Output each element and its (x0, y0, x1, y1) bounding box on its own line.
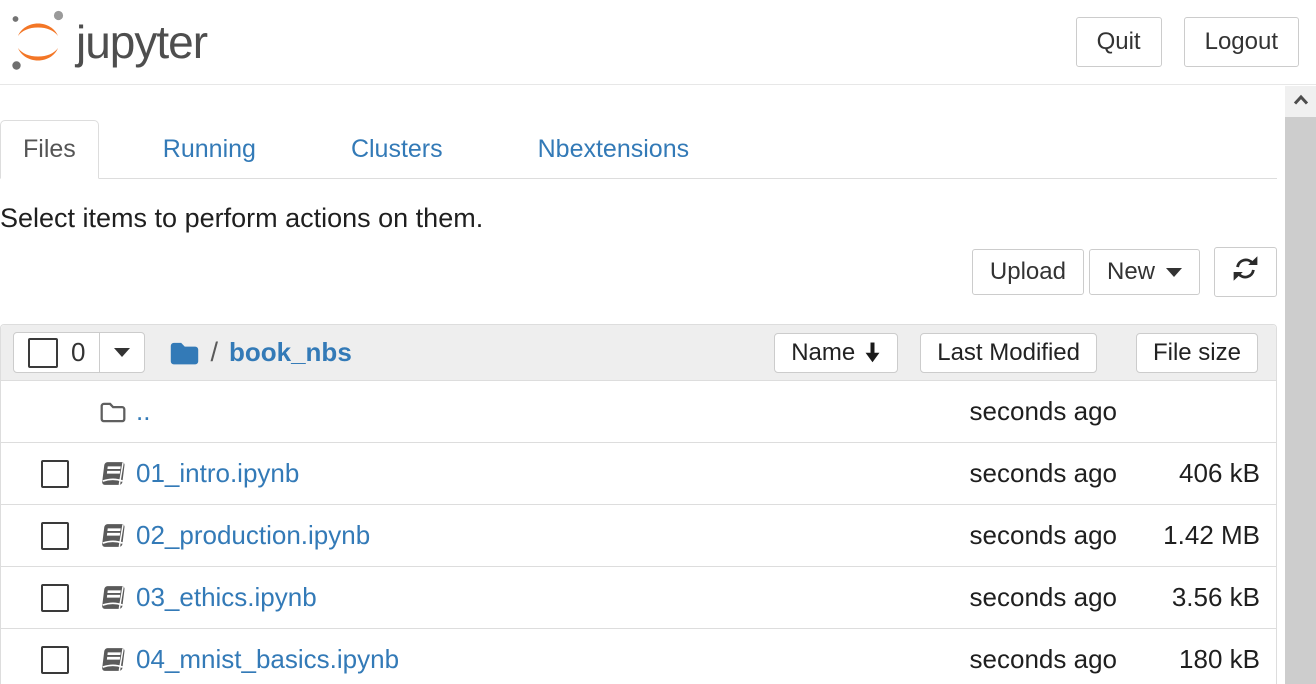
jupyter-logo-icon (10, 8, 66, 77)
sort-button-label: Last Modified (937, 339, 1080, 367)
file-size-value: 3.56 kB (1117, 582, 1260, 613)
last-modified-value: seconds ago (957, 396, 1117, 427)
file-row: 02_production.ipynb seconds ago1.42 MB (1, 504, 1276, 566)
notebook-list: 0 / book_nbs NameLast Modif (0, 324, 1277, 684)
sort-button-label: Name (791, 339, 855, 367)
caret-down-icon (114, 348, 130, 357)
logout-button[interactable]: Logout (1184, 17, 1299, 67)
last-modified-value: seconds ago (957, 582, 1117, 613)
tab-nbextensions[interactable]: Nbextensions (507, 120, 720, 179)
refresh-icon (1232, 256, 1259, 288)
file-row: 03_ethics.ipynb seconds ago3.56 kB (1, 566, 1276, 628)
sort-button-last-modified[interactable]: Last Modified (920, 333, 1097, 373)
tab-files[interactable]: Files (0, 120, 99, 179)
file-link[interactable]: 02_production.ipynb (136, 520, 370, 551)
file-link[interactable]: 03_ethics.ipynb (136, 582, 317, 613)
last-modified-value: seconds ago (957, 644, 1117, 675)
breadcrumb: / book_nbs (169, 337, 351, 368)
file-size-value: 180 kB (1117, 644, 1260, 675)
row-checkbox-cell (41, 522, 69, 550)
row-checkbox[interactable] (41, 522, 69, 550)
select-all-control[interactable]: 0 (14, 333, 99, 372)
arrow-down-icon (864, 342, 881, 363)
file-link[interactable]: 04_mnist_basics.ipynb (136, 644, 399, 675)
file-row: 01_intro.ipynb seconds ago406 kB (1, 442, 1276, 504)
scrollbar-thumb[interactable] (1285, 117, 1316, 684)
file-link[interactable]: .. (136, 396, 150, 427)
session-buttons: Quit Logout (1076, 17, 1299, 67)
action-toolbar: Upload New (0, 247, 1277, 297)
notebook-list-rows: ..seconds ago01_intro.ipynbseconds ago40… (1, 380, 1276, 684)
sort-button-file-size[interactable]: File size (1136, 333, 1258, 373)
select-filter-dropdown[interactable] (99, 333, 144, 372)
caret-down-icon (1166, 268, 1182, 277)
row-checkbox[interactable] (41, 460, 69, 488)
main-content: Files Running Clusters Nbextensions Select … (0, 86, 1277, 684)
refresh-button[interactable] (1214, 247, 1277, 297)
row-checkbox[interactable] (41, 584, 69, 612)
instructions-text: Select items to perform actions on them. (0, 203, 1277, 234)
jupyter-logo[interactable]: jupyter (10, 8, 207, 77)
notebook-icon (99, 523, 127, 548)
jupyter-logo-text: jupyter (76, 15, 207, 69)
last-modified-value: seconds ago (957, 520, 1117, 551)
chevron-up-icon (1292, 93, 1310, 111)
row-checkbox-cell (41, 460, 69, 488)
file-size-value: 406 kB (1117, 458, 1260, 489)
notebook-icon (99, 585, 127, 610)
notebook-icon (99, 647, 127, 672)
breadcrumb-root folder-icon[interactable] (169, 340, 200, 366)
last-modified-value: seconds ago (957, 458, 1117, 489)
select-all-button-group: 0 (13, 332, 145, 373)
row-checkbox-cell (41, 646, 69, 674)
new-button-label: New (1107, 258, 1155, 286)
file-link[interactable]: 01_intro.ipynb (136, 458, 299, 489)
file-size-value: 1.42 MB (1117, 520, 1260, 551)
new-dropdown-button[interactable]: New (1089, 249, 1200, 295)
selected-count: 0 (71, 337, 85, 368)
select-all-checkbox[interactable] (28, 338, 58, 368)
notebook-icon (99, 461, 127, 486)
sort-button-name[interactable]: Name (774, 333, 898, 373)
top-bar: jupyter Quit Logout (0, 0, 1316, 85)
file-row: .. seconds ago (1, 380, 1276, 442)
breadcrumb-separator: / (210, 337, 218, 368)
scrollbar-up-button[interactable] (1285, 86, 1316, 117)
quit-button[interactable]: Quit (1076, 17, 1162, 67)
file-row: 04_mnist_basics.ipynb seconds ago180 kB (1, 628, 1276, 684)
tab-clusters[interactable]: Clusters (320, 120, 474, 179)
vertical-scrollbar[interactable] (1285, 86, 1316, 684)
folder-open-outline-icon (99, 400, 127, 424)
breadcrumb-current-folder[interactable]: book_nbs (229, 337, 352, 368)
sort-button-row: Name Last Modified File size (774, 333, 1258, 373)
row-checkbox-cell (41, 584, 69, 612)
tab-running[interactable]: Running (132, 120, 287, 179)
tab-bar: Files Running Clusters Nbextensions (0, 120, 1277, 179)
jupyter-file-browser: jupyter Quit Logout Files Running Clusters… (0, 0, 1316, 684)
sort-button-label: File size (1153, 339, 1241, 367)
row-checkbox[interactable] (41, 646, 69, 674)
upload-button[interactable]: Upload (972, 249, 1084, 295)
notebook-list-header: 0 / book_nbs NameLast Modif (1, 325, 1276, 380)
